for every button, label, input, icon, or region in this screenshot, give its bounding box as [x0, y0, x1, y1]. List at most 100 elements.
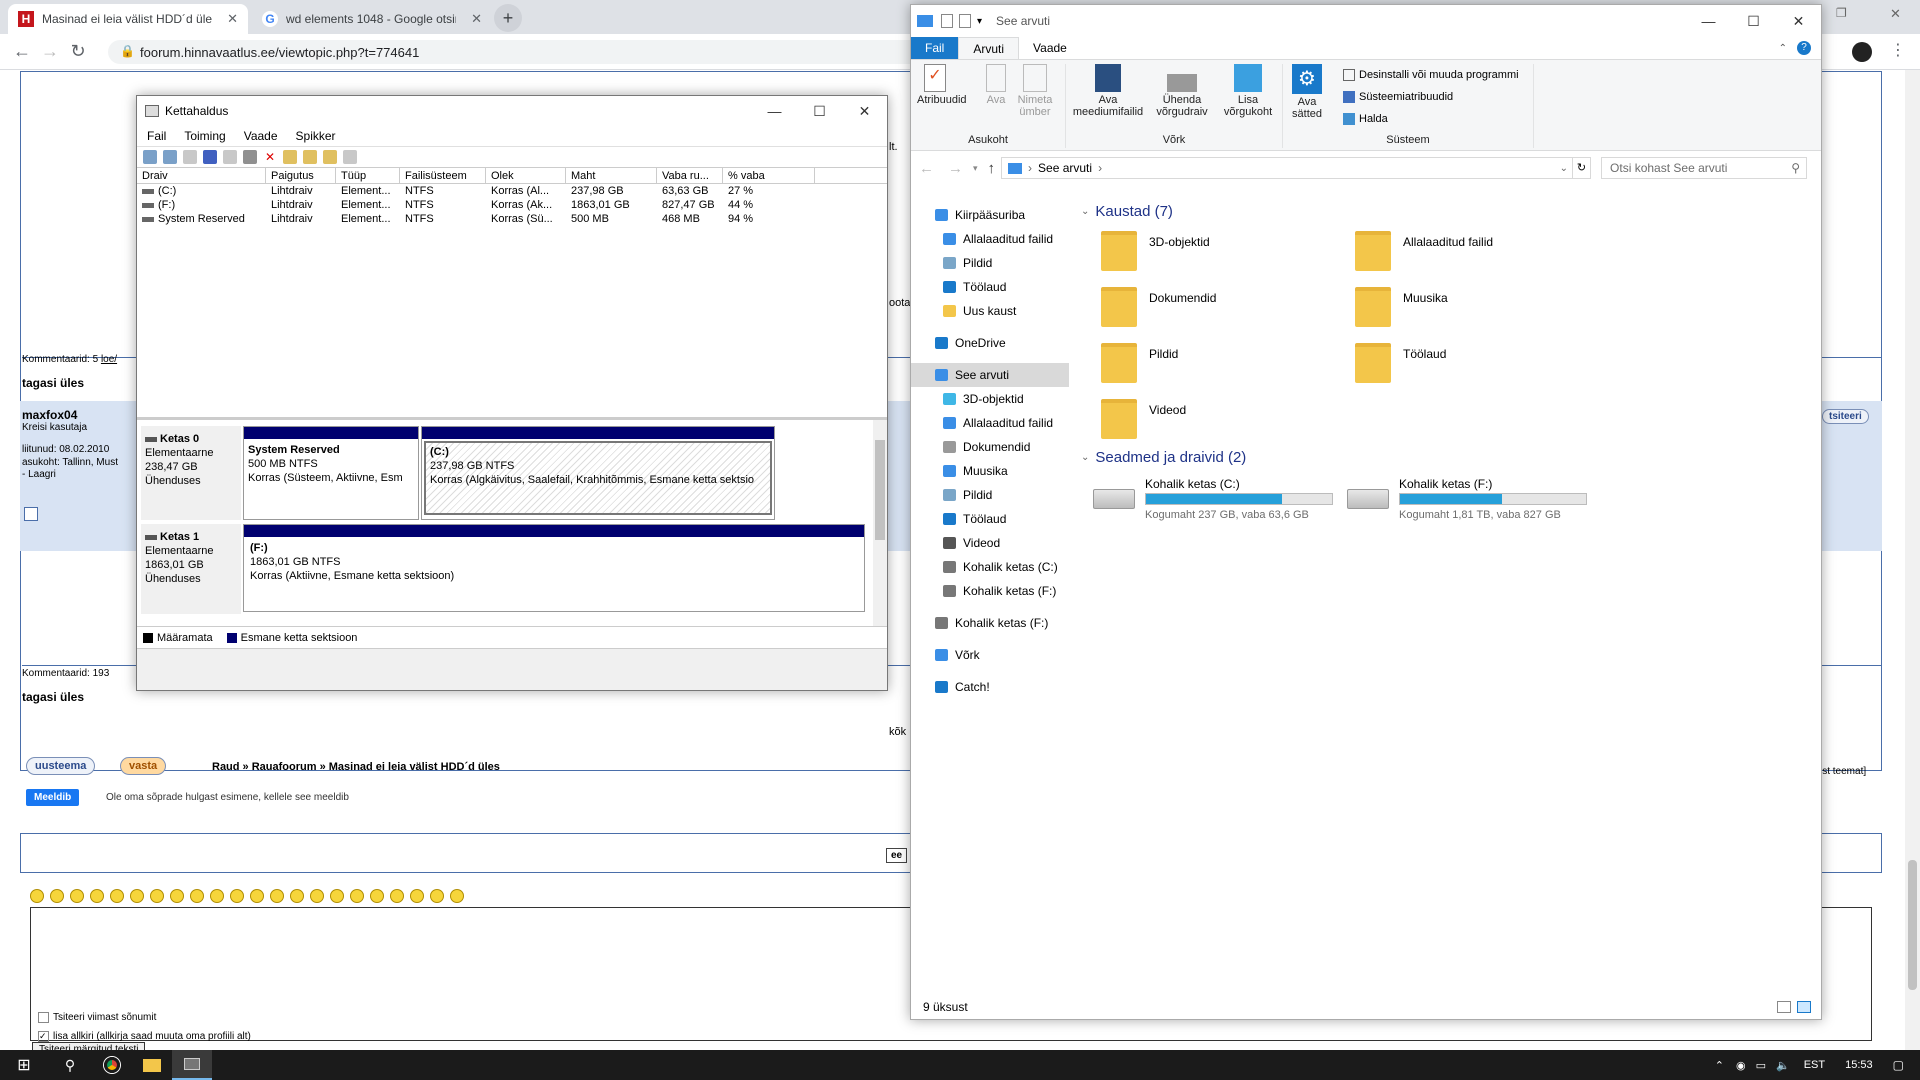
recent-locations-icon[interactable]: ▾ [973, 163, 978, 174]
large-icons-view-icon[interactable] [1797, 1001, 1811, 1013]
nav-item[interactable]: OneDrive [911, 331, 1069, 355]
rename-button[interactable]: Nimeta ümber [1015, 64, 1055, 118]
browser-tab-google[interactable]: G wd elements 1048 - Google otsin ✕ [252, 4, 492, 34]
view-icon[interactable] [183, 150, 197, 164]
col-filesystem[interactable]: Failisüsteem [400, 168, 486, 184]
help-icon[interactable] [203, 150, 217, 164]
minimize-icon[interactable]: — [752, 103, 797, 119]
battery-tray-icon[interactable]: ▭ [1756, 1059, 1766, 1072]
address-bar[interactable]: 🔒 foorum.hinnavaatlus.ee/viewtopic.php?t… [108, 40, 958, 64]
maximize-icon[interactable]: ☐ [1731, 13, 1776, 30]
check-icon[interactable] [283, 150, 297, 164]
volume-row[interactable]: (C:) Lihtdraiv Element... NTFS Korras (Al..… [137, 184, 887, 198]
nav-item[interactable]: Allalaaditud failid [911, 227, 1069, 251]
up-icon[interactable]: ↑ [988, 160, 996, 177]
menu-view[interactable]: Vaade [244, 129, 278, 143]
smiley-icon[interactable] [270, 889, 284, 903]
close-icon[interactable]: ✕ [1776, 13, 1821, 30]
nav-item[interactable]: Uus kaust [911, 299, 1069, 323]
chrome-close-icon[interactable]: ✕ [1890, 6, 1901, 22]
devices-section-header[interactable]: ⌄ Seadmed ja draivid (2) [1081, 449, 1246, 466]
disk0-info[interactable]: Ketas 0 Elementaarne 238,47 GB Ühenduses [141, 426, 241, 520]
col-layout[interactable]: Paigutus [266, 168, 336, 184]
nav-item[interactable]: See arvuti [911, 363, 1069, 387]
smiley-icon[interactable] [150, 889, 164, 903]
details-icon[interactable] [343, 150, 357, 164]
system-properties-button[interactable]: Süsteemiatribuudid [1343, 86, 1519, 108]
disk-mgmt-titlebar[interactable]: Kettahaldus — ☐ ✕ [137, 96, 887, 126]
folder-item[interactable]: Muusika [1355, 287, 1448, 327]
search-box[interactable]: Otsi kohast See arvuti ⚲ [1601, 157, 1808, 179]
back-arrow-icon[interactable] [143, 150, 157, 164]
smiley-icon[interactable] [390, 889, 404, 903]
menu-help[interactable]: Spikker [296, 129, 336, 143]
col-status[interactable]: Olek [486, 168, 566, 184]
profile-avatar[interactable] [1852, 42, 1872, 62]
partition-system-reserved[interactable]: System Reserved 500 MB NTFS Korras (Süstee… [243, 426, 419, 520]
back-icon[interactable]: ← [919, 160, 934, 177]
facebook-like-button[interactable]: Meeldib [26, 789, 80, 806]
smiley-icon[interactable] [250, 889, 264, 903]
smiley-icon[interactable] [350, 889, 364, 903]
nav-item[interactable]: Muusika [911, 459, 1069, 483]
properties-button[interactable]: ✓ Atribuudid [917, 64, 967, 106]
open-button[interactable]: Ava [979, 64, 1013, 106]
profile-icon[interactable] [24, 507, 38, 521]
smiley-icon[interactable] [90, 889, 104, 903]
page-scrollbar[interactable] [1905, 70, 1920, 1050]
browser-tab-forum[interactable]: H Masinad ei leia välist HDD´d üles ✕ [8, 4, 248, 34]
folder-item[interactable]: Töölaud [1355, 343, 1446, 383]
smiley-icon[interactable] [450, 889, 464, 903]
close-icon[interactable]: ✕ [842, 103, 887, 120]
collapse-ribbon-icon[interactable]: ⌃ [1779, 43, 1787, 54]
graphical-scrollbar[interactable] [873, 420, 887, 626]
ribbon-tab-computer[interactable]: Arvuti [958, 37, 1020, 59]
col-type[interactable]: Tüüp [336, 168, 400, 184]
qat-dropdown-icon[interactable]: ▾ [977, 16, 982, 27]
address-field[interactable]: › See arvuti › ⌄ [1001, 157, 1574, 179]
smiley-icon[interactable] [230, 889, 244, 903]
nav-item[interactable]: Catch! [911, 675, 1069, 699]
scrollbar-thumb[interactable] [1908, 860, 1917, 990]
ribbon-tab-view[interactable]: Vaade [1019, 37, 1081, 59]
nav-item[interactable]: Kohalik ketas (F:) [911, 579, 1069, 603]
nav-item[interactable]: Võrk [911, 643, 1069, 667]
file-explorer-taskbar-icon[interactable] [132, 1058, 172, 1072]
properties-icon[interactable] [223, 150, 237, 164]
nav-item[interactable]: Töölaud [911, 275, 1069, 299]
nav-item[interactable]: Pildid [911, 483, 1069, 507]
new-folder-icon[interactable] [959, 14, 971, 28]
quote-last-option[interactable]: Tsiteeri viimast sõnumit [38, 1012, 156, 1023]
smiley-icon[interactable] [210, 889, 224, 903]
nav-item[interactable]: Pildid [911, 251, 1069, 275]
smiley-icon[interactable] [130, 889, 144, 903]
open-settings-button[interactable]: ⚙ Ava sätted [1289, 64, 1325, 120]
smiley-icon[interactable] [410, 889, 424, 903]
col-capacity[interactable]: Maht [566, 168, 657, 184]
drive-item[interactable]: Kohalik ketas (C:) Kogumaht 237 GB, vaba … [1093, 477, 1343, 529]
smiley-icon[interactable] [50, 889, 64, 903]
reload-icon[interactable]: ↻ [64, 41, 92, 62]
folder-up-icon[interactable] [303, 150, 317, 164]
delete-icon[interactable]: ✕ [263, 150, 277, 164]
chrome-taskbar-icon[interactable] [92, 1057, 132, 1073]
drive-item[interactable]: Kohalik ketas (F:) Kogumaht 1,81 TB, vaba… [1347, 477, 1597, 529]
add-network-location-button[interactable]: Lisa võrgukoht [1219, 64, 1277, 118]
smiley-icon[interactable] [310, 889, 324, 903]
smiley-icon[interactable] [30, 889, 44, 903]
menu-action[interactable]: Toiming [184, 129, 225, 143]
folder-item[interactable]: 3D-objektid [1101, 231, 1210, 271]
back-to-top-link-2[interactable]: tagasi üles [22, 690, 84, 704]
folder-item[interactable]: Allalaaditud failid [1355, 231, 1493, 271]
smiley-icon[interactable] [190, 889, 204, 903]
disk-mgmt-taskbar-icon[interactable] [172, 1050, 212, 1080]
chrome-menu-icon[interactable]: ⋮ [1890, 40, 1906, 60]
smiley-icon[interactable] [430, 889, 444, 903]
open-media-button[interactable]: Ava meediumifailid [1071, 64, 1145, 118]
uninstall-button[interactable]: Desinstalli või muuda programmi [1343, 64, 1519, 86]
folder-item[interactable]: Videod [1101, 399, 1186, 439]
col-percent-free[interactable]: % vaba [723, 168, 815, 184]
ribbon-tab-file[interactable]: Fail [911, 37, 959, 59]
disk1-info[interactable]: Ketas 1 Elementaarne 1863,01 GB Ühenduses [141, 524, 241, 614]
maximize-icon[interactable]: ☐ [797, 103, 842, 120]
